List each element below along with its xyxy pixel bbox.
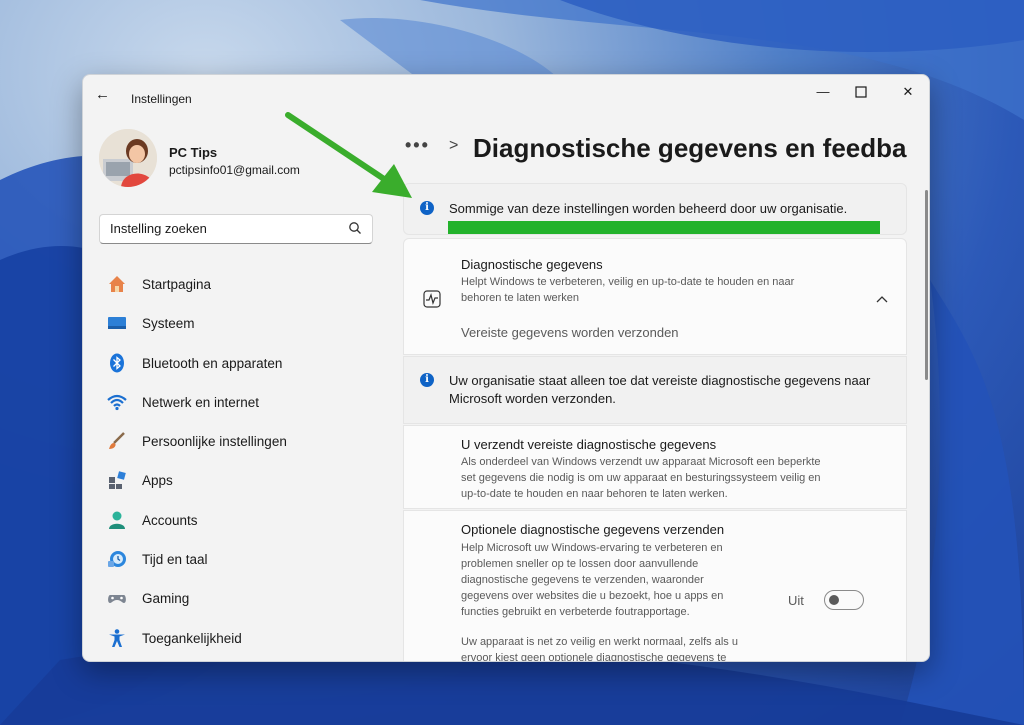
sidebar-item-label: Tijd en taal [142,552,208,568]
diagnostics-desc-line2: behoren te laten werken [461,292,580,304]
sidebar-item-tijd-en-taal[interactable]: Tijd en taal [99,540,379,579]
sidebar-item-label: Systeem [142,316,195,332]
chevron-up-icon[interactable] [876,294,888,304]
chevron-right-icon: > [449,137,459,154]
sidebar-item-label: Gaming [142,591,190,607]
sidebar-item-label: Accounts [142,512,198,528]
toggle-state-label: Uit [788,593,804,608]
scrollbar[interactable] [925,190,928,380]
org-notice: i Uw organisatie staat alleen toe dat ve… [403,356,907,424]
search-icon[interactable] [348,221,362,235]
sidebar-item-label: Apps [142,473,173,489]
required-desc-line: up-to-date te houden en naar behoren te … [461,488,728,500]
bluetooth-icon [110,353,124,373]
window-title: Instellingen [131,92,192,106]
breadcrumb-more-button[interactable]: ••• [405,135,430,156]
breadcrumb: ••• > Diagnostische gegevens en feedba [405,131,915,171]
info-icon: i [420,373,434,387]
search-input[interactable]: Instelling zoeken [110,221,207,236]
close-button[interactable]: ✕ [897,83,919,101]
optional-desc-line: problemen sneller op te lossen door aanv… [461,558,699,570]
accounts-icon [109,511,125,529]
minimize-button[interactable]: — [812,83,834,101]
settings-content: i Sommige van deze instellingen worden b… [403,183,907,662]
required-title: U verzendt vereiste diagnostische gegeve… [461,437,717,452]
org-notice-line2: Microsoft worden verzonden. [449,391,616,406]
info-icon: i [420,201,434,215]
sidebar-item-netwerk[interactable]: Netwerk en internet [99,383,379,422]
sidebar-item-gaming[interactable]: Gaming [99,579,379,618]
optional-diagnostics-card: Optionele diagnostische gegevens verzend… [403,510,907,662]
system-icon [108,317,126,330]
sidebar-item-bluetooth[interactable]: Bluetooth en apparaten [99,344,379,383]
sidebar-item-apps[interactable]: Apps [99,461,379,500]
user-name: PC Tips [169,145,218,160]
activity-icon [423,290,441,308]
toggle-knob [829,595,839,605]
user-profile[interactable]: PC Tips pctipsinfo01@gmail.com [99,129,339,189]
diagnostics-title: Diagnostische gegevens [461,257,603,272]
maximize-button[interactable] [850,83,872,101]
settings-window: ← Instellingen — ✕ PC Tips pctipsinfo01@… [82,74,930,662]
time-language-icon [108,551,126,568]
wifi-icon [107,394,127,410]
search-box[interactable]: Instelling zoeken [99,214,373,244]
diagnostics-desc-line1: Helpt Windows te verbeteren, veilig en u… [461,276,795,288]
sidebar-item-label: Bluetooth en apparaten [142,355,283,371]
highlight-bar [448,221,880,234]
gamepad-icon [108,595,126,604]
sidebar-item-label: Netwerk en internet [142,394,260,410]
org-notice-line1: Uw organisatie staat alleen toe dat vere… [449,373,871,388]
required-desc-line: set gegevens die nodig is om uw apparaat… [461,472,821,484]
optional-desc-line: Uw apparaat is net zo veilig en werkt no… [461,636,738,648]
sidebar-item-label: Toegankelijkheid [142,630,242,646]
optional-diagnostics-toggle[interactable] [824,590,864,610]
accessibility-icon [109,628,125,647]
sidebar-item-accounts[interactable]: Accounts [99,501,379,540]
home-icon [109,276,125,292]
sidebar-item-systeem[interactable]: Systeem [99,304,379,343]
diagnostics-card[interactable]: Diagnostische gegevens Helpt Windows te … [403,238,907,355]
sidebar-item-persoonlijke-instellingen[interactable]: Persoonlijke instellingen [99,422,379,461]
sidebar-item-toegankelijkheid[interactable]: Toegankelijkheid [99,619,379,658]
title-bar: ← Instellingen — ✕ [83,75,929,111]
optional-title: Optionele diagnostische gegevens verzend… [461,522,725,537]
optional-desc-line: diagnostische gegevens te verzenden, waa… [461,574,704,586]
apps-icon [109,471,126,490]
user-email: pctipsinfo01@gmail.com [169,163,300,177]
sidebar-item-startpagina[interactable]: Startpagina [99,265,379,304]
sidebar-nav: Startpagina Systeem Bluetooth en apparat… [99,265,379,658]
optional-desc-line: functies gebruikt en verbeterde foutrapp… [461,606,690,618]
brush-icon [109,432,125,450]
back-arrow-icon[interactable]: ← [95,87,111,103]
optional-desc-line: Help Microsoft uw Windows-ervaring te ve… [461,542,723,554]
page-title: Diagnostische gegevens en feedba [473,133,907,163]
required-desc-line: Als onderdeel van Windows verzendt uw ap… [461,456,821,468]
sidebar-item-label: Persoonlijke instellingen [142,434,287,450]
avatar [99,129,157,187]
optional-desc-line: ervoor kiest geen optionele diagnostisch… [461,652,727,662]
managed-banner: i Sommige van deze instellingen worden b… [403,183,907,235]
diagnostics-status: Vereiste gegevens worden verzonden [461,325,679,340]
managed-banner-text: Sommige van deze instellingen worden beh… [449,201,848,216]
optional-desc-line: gegevens over websites die u bezoekt, ho… [461,590,724,602]
required-diagnostics-card: U verzendt vereiste diagnostische gegeve… [403,425,907,509]
sidebar-item-label: Startpagina [142,277,212,292]
